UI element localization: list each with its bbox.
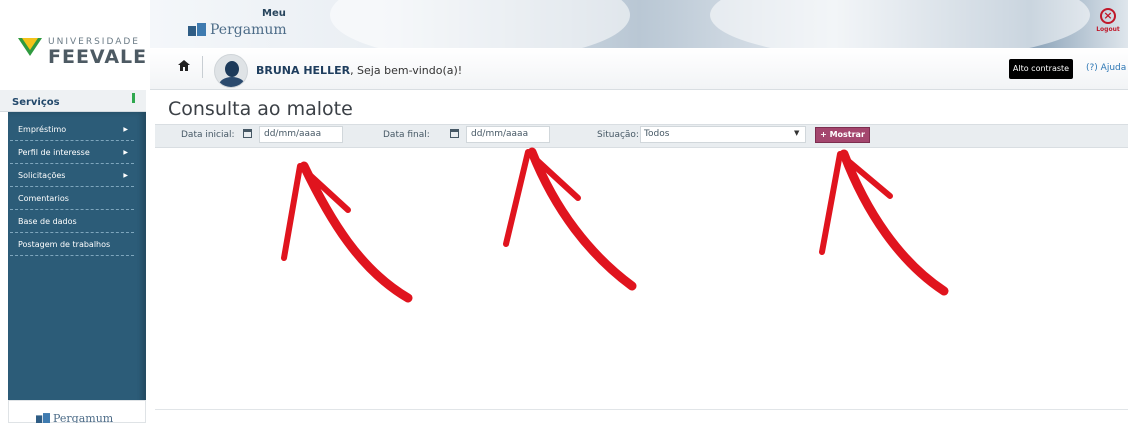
annotation-arrow-start-date (281, 161, 413, 303)
annotation-arrow-mostrar (819, 149, 949, 296)
annotation-arrows (281, 147, 949, 303)
annotation-arrow-end-date (503, 147, 637, 291)
